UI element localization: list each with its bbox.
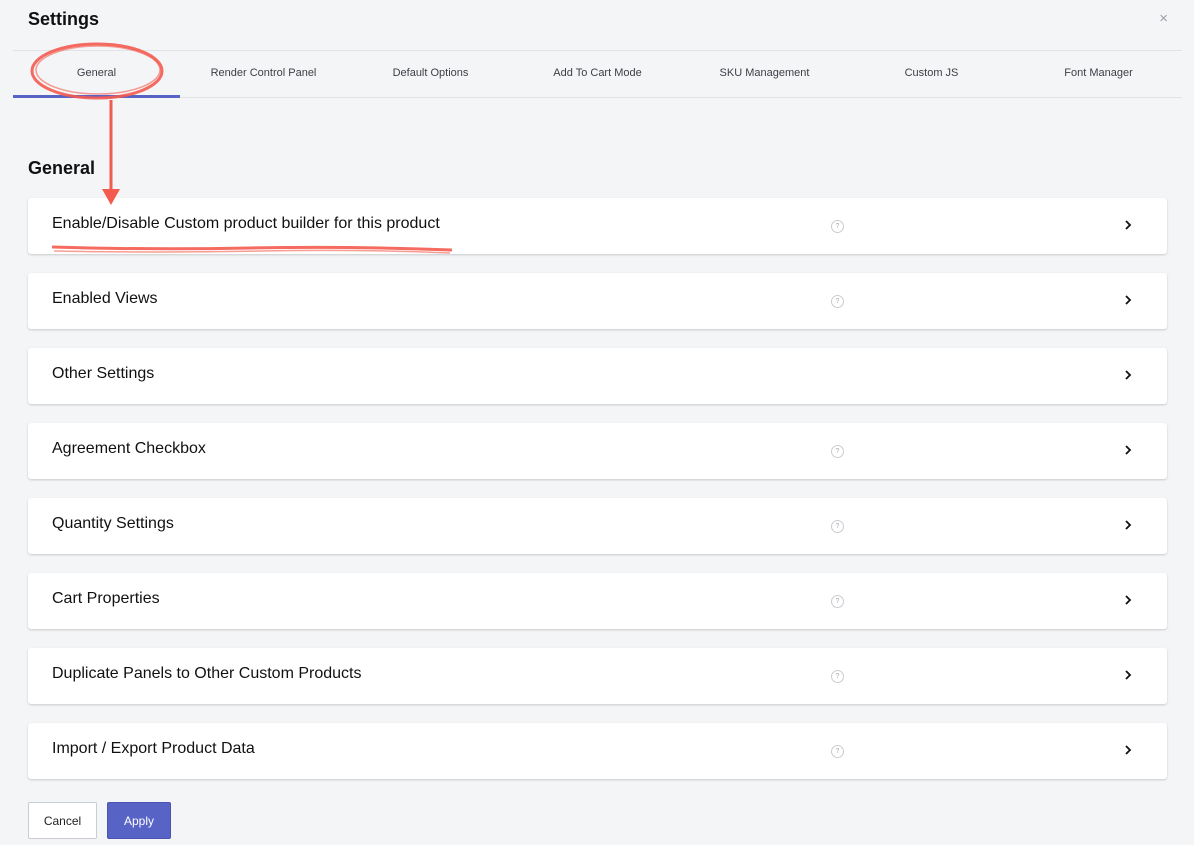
dialog-header: Settings × bbox=[0, 0, 1194, 50]
panel-quantity-settings[interactable]: Quantity Settings ? bbox=[28, 498, 1167, 554]
chevron-right-icon bbox=[1125, 670, 1132, 680]
dialog-title: Settings bbox=[28, 9, 100, 29]
chevron-right-icon bbox=[1125, 295, 1132, 305]
tab-default-options[interactable]: Default Options bbox=[347, 51, 514, 97]
settings-tabs: General Render Control Panel Default Opt… bbox=[13, 50, 1182, 98]
chevron-right-icon bbox=[1125, 745, 1132, 755]
close-icon[interactable]: × bbox=[1159, 10, 1168, 28]
panel-label: Import / Export Product Data bbox=[52, 740, 255, 757]
panel-other-settings[interactable]: Other Settings bbox=[28, 348, 1167, 404]
chevron-right-icon bbox=[1125, 220, 1132, 230]
chevron-right-icon bbox=[1125, 595, 1132, 605]
settings-panel-list: Enable/Disable Custom product builder fo… bbox=[28, 198, 1167, 798]
help-icon[interactable]: ? bbox=[831, 295, 844, 308]
panel-label: Enabled Views bbox=[52, 290, 158, 307]
panel-enabled-views[interactable]: Enabled Views ? bbox=[28, 273, 1167, 329]
tab-render-control-panel[interactable]: Render Control Panel bbox=[180, 51, 347, 97]
tab-add-to-cart-mode[interactable]: Add To Cart Mode bbox=[514, 51, 681, 97]
panel-label: Agreement Checkbox bbox=[52, 440, 206, 457]
panel-label: Cart Properties bbox=[52, 590, 160, 607]
tab-custom-js[interactable]: Custom JS bbox=[848, 51, 1015, 97]
help-icon[interactable]: ? bbox=[831, 595, 844, 608]
panel-enable-disable-builder[interactable]: Enable/Disable Custom product builder fo… bbox=[28, 198, 1167, 254]
panel-label: Other Settings bbox=[52, 365, 155, 382]
tab-general[interactable]: General bbox=[13, 51, 180, 98]
chevron-right-icon bbox=[1125, 445, 1132, 455]
panel-agreement-checkbox[interactable]: Agreement Checkbox ? bbox=[28, 423, 1167, 479]
help-icon[interactable]: ? bbox=[831, 220, 844, 233]
panel-label: Quantity Settings bbox=[52, 515, 174, 532]
help-icon[interactable]: ? bbox=[831, 445, 844, 458]
chevron-right-icon bbox=[1125, 520, 1132, 530]
help-icon[interactable]: ? bbox=[831, 670, 844, 683]
tab-font-manager[interactable]: Font Manager bbox=[1015, 51, 1182, 97]
cancel-button[interactable]: Cancel bbox=[28, 802, 97, 839]
panel-label: Duplicate Panels to Other Custom Product… bbox=[52, 665, 362, 682]
apply-button[interactable]: Apply bbox=[107, 802, 171, 839]
help-icon[interactable]: ? bbox=[831, 520, 844, 533]
panel-import-export[interactable]: Import / Export Product Data ? bbox=[28, 723, 1167, 779]
tab-sku-management[interactable]: SKU Management bbox=[681, 51, 848, 97]
help-icon[interactable]: ? bbox=[831, 745, 844, 758]
chevron-right-icon bbox=[1125, 370, 1132, 380]
section-title: General bbox=[28, 158, 96, 178]
panel-duplicate-panels[interactable]: Duplicate Panels to Other Custom Product… bbox=[28, 648, 1167, 704]
panel-label: Enable/Disable Custom product builder fo… bbox=[52, 215, 440, 232]
panel-cart-properties[interactable]: Cart Properties ? bbox=[28, 573, 1167, 629]
